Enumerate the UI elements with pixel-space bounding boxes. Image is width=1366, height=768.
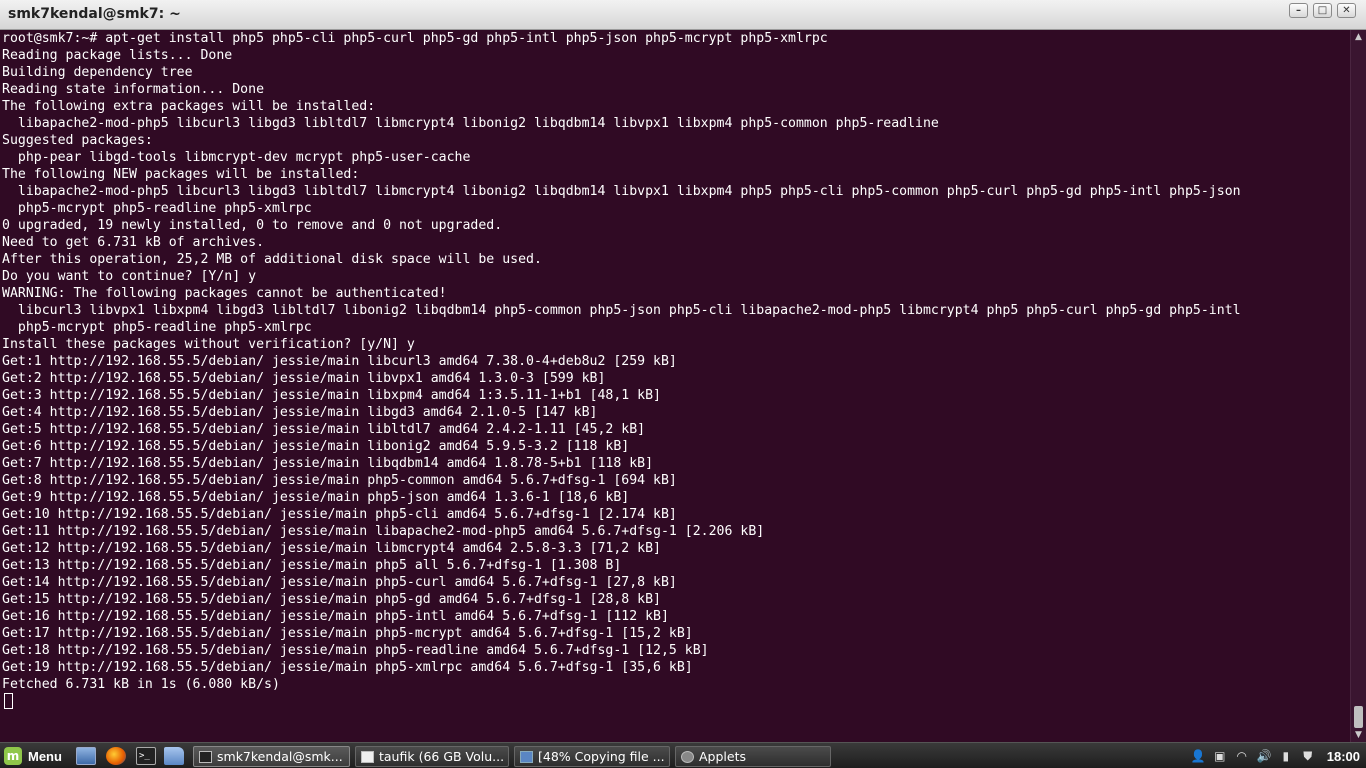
terminal-line: root@smk7:~# apt-get install php5 php5-c… <box>2 31 828 46</box>
scroll-up-icon[interactable]: ▲ <box>1351 30 1366 44</box>
terminal-window[interactable]: smk7kendal@smk7: ~ – □ ✕ root@smk7:~# ap… <box>0 0 1366 742</box>
mint-menu-icon: m <box>4 747 22 765</box>
terminal-line: libapache2-mod-php5 libcurl3 libgd3 libl… <box>2 184 1241 199</box>
terminal-line: php5-mcrypt php5-readline php5-xmlrpc <box>2 320 312 335</box>
firefox-icon[interactable] <box>106 747 126 765</box>
terminal-task-icon <box>199 750 212 763</box>
terminal-icon[interactable]: >_ <box>136 747 156 765</box>
files-icon[interactable] <box>164 747 184 765</box>
minimize-button[interactable]: – <box>1289 3 1308 18</box>
terminal-line: Reading package lists... Done <box>2 48 233 63</box>
terminal-line: Fetched 6.731 kB in 1s (6.080 kB/s) <box>2 677 280 692</box>
gear-icon <box>681 750 694 763</box>
terminal-output-area[interactable]: root@smk7:~# apt-get install php5 php5-c… <box>0 30 1350 742</box>
task-file-copy[interactable]: [48% Copying file ... <box>514 746 670 767</box>
terminal-line: php5-mcrypt php5-readline php5-xmlrpc <box>2 201 312 216</box>
maximize-button[interactable]: □ <box>1313 3 1332 18</box>
scroll-down-icon[interactable]: ▼ <box>1351 728 1366 742</box>
terminal-line: Do you want to continue? [Y/n] y <box>2 269 257 284</box>
terminal-output: root@smk7:~# apt-get install php5 php5-c… <box>0 30 1350 711</box>
document-icon <box>361 750 374 763</box>
scrollbar-thumb[interactable] <box>1354 706 1363 728</box>
terminal-line: Need to get 6.731 kB of archives. <box>2 235 265 250</box>
terminal-line: WARNING: The following packages cannot b… <box>2 286 447 301</box>
menu-button[interactable]: m Menu <box>4 746 62 766</box>
terminal-scrollbar[interactable]: ▲ ▼ <box>1350 30 1366 742</box>
shield-icon[interactable]: ⛊ <box>1301 749 1315 763</box>
terminal-line: Get:8 http://192.168.55.5/debian/ jessie… <box>2 473 677 488</box>
menu-label: Menu <box>28 748 62 764</box>
taskbar: m Menu >_ smk7kendal@smk... taufik (66 G… <box>0 742 1366 768</box>
task-terminal[interactable]: smk7kendal@smk... <box>193 746 350 767</box>
terminal-cursor <box>4 693 13 709</box>
wifi-icon[interactable]: ◠ <box>1235 749 1249 763</box>
terminal-line: Get:19 http://192.168.55.5/debian/ jessi… <box>2 660 693 675</box>
folder-icon <box>520 750 533 763</box>
terminal-line: Get:5 http://192.168.55.5/debian/ jessie… <box>2 422 646 437</box>
clock[interactable]: 18:00 <box>1327 749 1360 764</box>
task-applets[interactable]: Applets <box>675 746 831 767</box>
task-label: [48% Copying file ... <box>538 749 665 764</box>
terminal-line: After this operation, 25,2 MB of additio… <box>2 252 542 267</box>
terminal-line: php-pear libgd-tools libmcrypt-dev mcryp… <box>2 150 471 165</box>
user-icon[interactable]: 👤 <box>1191 749 1206 763</box>
window-title: smk7kendal@smk7: ~ <box>8 6 181 22</box>
terminal-line: libcurl3 libvpx1 libxpm4 libgd3 libltdl7… <box>2 303 1241 318</box>
volume-icon[interactable]: 🔊 <box>1257 749 1272 763</box>
task-label: smk7kendal@smk... <box>217 749 343 764</box>
terminal-line: Get:1 http://192.168.55.5/debian/ jessie… <box>2 354 677 369</box>
terminal-line: Get:15 http://192.168.55.5/debian/ jessi… <box>2 592 661 607</box>
terminal-line: Get:9 http://192.168.55.5/debian/ jessie… <box>2 490 630 505</box>
terminal-line: Building dependency tree <box>2 65 193 80</box>
terminal-line: Get:10 http://192.168.55.5/debian/ jessi… <box>2 507 677 522</box>
system-tray: 👤 ▣ ◠ 🔊 ▮ ⛊ 18:00 <box>1191 747 1360 765</box>
terminal-line: Get:3 http://192.168.55.5/debian/ jessie… <box>2 388 661 403</box>
terminal-line: The following NEW packages will be insta… <box>2 167 360 182</box>
terminal-line: Get:18 http://192.168.55.5/debian/ jessi… <box>2 643 709 658</box>
terminal-line: Suggested packages: <box>2 133 153 148</box>
terminal-line: Get:14 http://192.168.55.5/debian/ jessi… <box>2 575 677 590</box>
task-text-editor[interactable]: taufik (66 GB Volu... <box>355 746 509 767</box>
terminal-line: Get:2 http://192.168.55.5/debian/ jessie… <box>2 371 606 386</box>
terminal-line: Install these packages without verificat… <box>2 337 415 352</box>
task-label: taufik (66 GB Volu... <box>379 749 505 764</box>
terminal-line: Get:13 http://192.168.55.5/debian/ jessi… <box>2 558 622 573</box>
network-icon[interactable]: ▣ <box>1213 749 1227 763</box>
terminal-line: 0 upgraded, 19 newly installed, 0 to rem… <box>2 218 503 233</box>
terminal-line: Get:11 http://192.168.55.5/debian/ jessi… <box>2 524 765 539</box>
show-desktop-icon[interactable] <box>76 747 96 765</box>
terminal-line: Get:12 http://192.168.55.5/debian/ jessi… <box>2 541 661 556</box>
task-label: Applets <box>699 749 746 764</box>
terminal-line: Reading state information... Done <box>2 82 265 97</box>
terminal-line: Get:6 http://192.168.55.5/debian/ jessie… <box>2 439 630 454</box>
terminal-line: Get:16 http://192.168.55.5/debian/ jessi… <box>2 609 669 624</box>
window-titlebar[interactable]: smk7kendal@smk7: ~ – □ ✕ <box>0 0 1366 30</box>
close-button[interactable]: ✕ <box>1337 3 1356 18</box>
terminal-line: Get:17 http://192.168.55.5/debian/ jessi… <box>2 626 693 641</box>
terminal-line: Get:4 http://192.168.55.5/debian/ jessie… <box>2 405 598 420</box>
battery-icon[interactable]: ▮ <box>1279 749 1293 763</box>
terminal-line: Get:7 http://192.168.55.5/debian/ jessie… <box>2 456 654 471</box>
terminal-line: The following extra packages will be ins… <box>2 99 376 114</box>
terminal-line: libapache2-mod-php5 libcurl3 libgd3 libl… <box>2 116 939 131</box>
